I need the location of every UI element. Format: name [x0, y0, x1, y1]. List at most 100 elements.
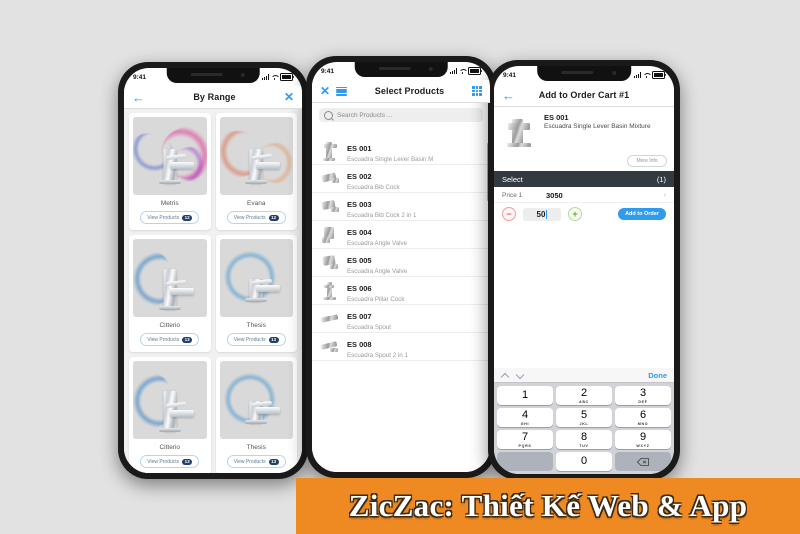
view-products-button[interactable]: View Products 13	[226, 333, 286, 346]
search-placeholder: Search Products ...	[337, 111, 393, 119]
view-products-label: View Products	[147, 458, 180, 465]
range-card[interactable]: Citterio View Products 13	[129, 235, 211, 352]
list-item[interactable]: ES 004 Escuadra Angle Valve	[312, 221, 490, 249]
view-products-button[interactable]: View Products 13	[140, 333, 200, 346]
key-7[interactable]: 7 PQRS	[497, 430, 553, 449]
view-products-label: View Products	[147, 336, 180, 343]
range-name: Citterio	[159, 444, 181, 451]
product-description: Escuadra Single Lever Basin Mixture	[544, 123, 651, 130]
wifi-icon	[271, 74, 278, 80]
status-time: 9:41	[503, 71, 517, 79]
product-code: ES 006	[347, 283, 372, 293]
navigation-bar: ← Add to Order Cart #1	[494, 84, 674, 107]
product-thumbnail-icon	[320, 168, 340, 190]
key-8[interactable]: 8 TUV	[556, 430, 612, 449]
grid-view-icon[interactable]	[472, 86, 482, 96]
key-6[interactable]: 6 MNO	[615, 408, 671, 427]
close-icon[interactable]: ✕	[284, 91, 294, 103]
list-item[interactable]: ES 003 Escuadra Bib Cock 2 in 1	[312, 193, 490, 221]
product-code: ES 003	[347, 199, 372, 209]
key-0[interactable]: 0	[556, 452, 612, 471]
view-products-label: View Products	[233, 458, 266, 465]
search-input[interactable]: Search Products ...	[319, 108, 483, 122]
decrement-button[interactable]: −	[502, 207, 516, 221]
keypad-grid: 1 2 ABC 3 DEF 4 GHI 5 JKL 6 MNO 7 PQRS 8…	[494, 383, 674, 474]
key-1[interactable]: 1	[497, 386, 553, 405]
product-description: Escuadra Single Lever Basin M	[347, 155, 434, 163]
status-time: 9:41	[133, 73, 147, 81]
promo-banner: ZicZac: Thiết Kế Web & App	[296, 478, 800, 534]
keyboard-done-button[interactable]: Done	[648, 371, 667, 380]
view-products-button[interactable]: View Products 13	[226, 455, 286, 468]
list-item[interactable]: ES 001 Escuadra Single Lever Basin M	[312, 137, 490, 165]
view-products-button[interactable]: View Products 12	[226, 211, 286, 224]
range-card[interactable]: Metris View Products 12	[129, 113, 211, 230]
view-products-button[interactable]: View Products 13	[140, 455, 200, 468]
range-card[interactable]: Citterio View Products 13	[129, 357, 211, 473]
phone-mockup-order-cart: 9:41 ← Add to Order Cart #1 ES 001 Escua…	[488, 60, 680, 480]
list-item[interactable]: ES 007 Escuadra Spout	[312, 305, 490, 333]
product-code: ES 001	[347, 143, 372, 153]
chevron-right-icon[interactable]: ›	[664, 192, 666, 199]
product-code: ES 005	[347, 255, 372, 265]
signal-icon	[449, 68, 457, 74]
product-code: ES 004	[347, 227, 372, 237]
key-2[interactable]: 2 ABC	[556, 386, 612, 405]
text-cursor	[546, 209, 548, 219]
view-products-button[interactable]: View Products 12	[140, 211, 200, 224]
product-code: ES 001	[544, 113, 569, 122]
select-count: (1)	[656, 174, 666, 184]
key-9[interactable]: 9 WXYZ	[615, 430, 671, 449]
increment-button[interactable]: +	[568, 207, 582, 221]
product-list[interactable]: ES 001 Escuadra Single Lever Basin M ES …	[312, 137, 490, 472]
range-name: Evana	[247, 200, 266, 207]
list-item[interactable]: ES 002 Escuadra Bib Cock	[312, 165, 490, 193]
product-thumbnail-icon	[320, 308, 340, 330]
range-card[interactable]: Thesis View Products 13	[215, 357, 297, 473]
product-description: Escuadra Spout 2 in 1	[347, 351, 408, 359]
battery-icon	[280, 73, 295, 81]
range-card[interactable]: Thesis View Products 13	[215, 235, 297, 352]
range-image	[219, 361, 293, 439]
view-products-label: View Products	[147, 214, 180, 221]
range-list-scroll[interactable]: Metris View Products 12 Evana View Produ…	[124, 108, 302, 473]
back-arrow-icon[interactable]: ←	[132, 91, 145, 104]
key-3[interactable]: 3 DEF	[615, 386, 671, 405]
screenshot-stage: 9:41 ← By Range ✕ Metris View Products 1…	[0, 0, 800, 534]
product-description: Escuadra Bib Cock 2 in 1	[347, 211, 417, 219]
key-5[interactable]: 5 JKL	[556, 408, 612, 427]
page-title: By Range	[193, 92, 236, 102]
wifi-icon	[643, 72, 650, 78]
more-info-button[interactable]: More Info	[627, 155, 667, 167]
phone-mockup-by-range: 9:41 ← By Range ✕ Metris View Products 1…	[118, 62, 308, 479]
view-products-label: View Products	[233, 336, 266, 343]
close-icon[interactable]: ✕	[320, 85, 330, 97]
view-products-label: View Products	[233, 214, 266, 221]
wifi-icon	[459, 68, 466, 74]
add-to-order-button[interactable]: Add to Order	[618, 208, 666, 220]
search-section: Search Products ...	[312, 103, 490, 127]
next-field-icon[interactable]	[516, 371, 525, 380]
range-card[interactable]: Evana View Products 12	[215, 113, 297, 230]
list-view-icon[interactable]	[336, 86, 348, 96]
product-thumbnail-icon	[320, 280, 340, 302]
price-value: 3050	[546, 191, 563, 200]
price-label: Price 1	[502, 192, 523, 199]
product-code: ES 007	[347, 311, 372, 321]
range-image	[133, 361, 207, 439]
back-arrow-icon[interactable]: ←	[502, 89, 515, 102]
previous-field-icon[interactable]	[501, 371, 510, 380]
select-label: Select	[502, 174, 523, 184]
phone-mockup-select-products: 9:41 ✕ Select Products Search Products .…	[306, 56, 496, 478]
key-4[interactable]: 4 GHI	[497, 408, 553, 427]
list-item[interactable]: ES 008 Escuadra Spout 2 in 1	[312, 333, 490, 361]
phone-notch	[166, 68, 260, 83]
key-blank	[497, 452, 553, 471]
list-item[interactable]: ES 005 Escuadra Angle Valve	[312, 249, 490, 277]
list-item[interactable]: ES 006 Escuadra Pillar Cock	[312, 277, 490, 305]
range-name: Metris	[160, 200, 179, 207]
more-info-row: More Info	[494, 155, 674, 171]
price-row: Price 1 3050 ›	[494, 187, 674, 203]
backspace-icon[interactable]	[615, 452, 671, 471]
quantity-input[interactable]: 50	[523, 207, 561, 221]
